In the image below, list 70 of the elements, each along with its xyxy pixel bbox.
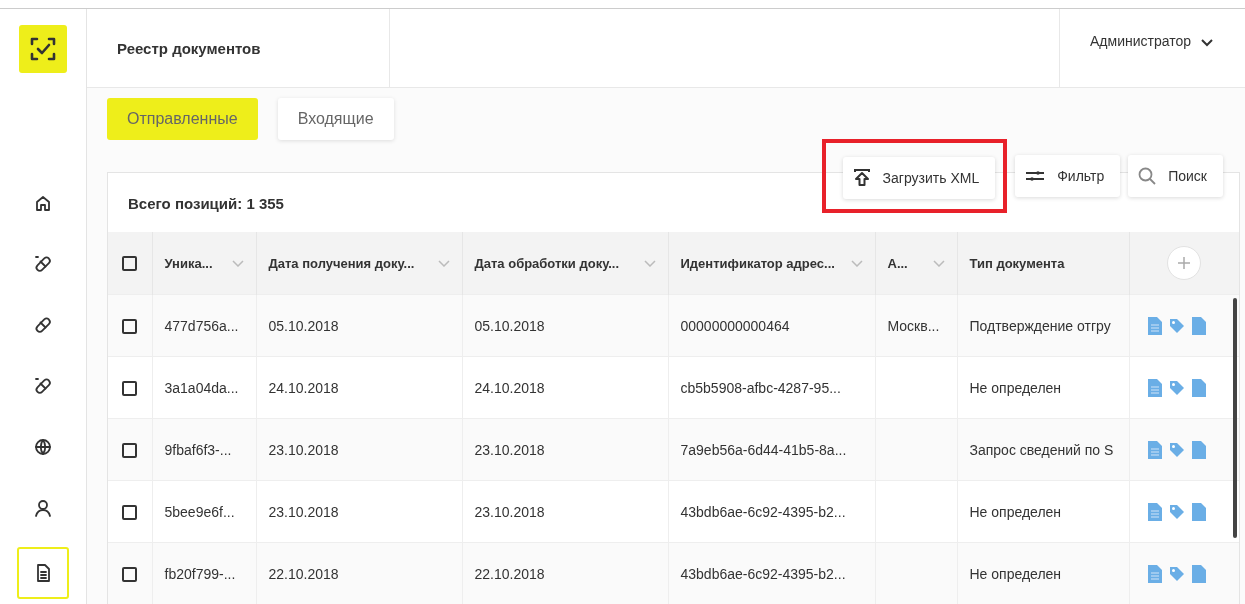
tag-icon[interactable] xyxy=(1168,503,1185,520)
file-icon[interactable] xyxy=(1191,564,1206,583)
page-title: Реестр документов xyxy=(117,39,261,57)
sliders-icon xyxy=(1025,169,1046,183)
column-header[interactable]: Тип документа xyxy=(969,255,1065,271)
table-cell: 24.10.2018 xyxy=(268,379,339,396)
table-cell: 22.10.2018 xyxy=(268,565,339,582)
tag-icon[interactable] xyxy=(1168,565,1185,582)
tag-icon[interactable] xyxy=(1168,441,1185,458)
table-cell: 477d756a... xyxy=(164,317,239,334)
chevron-down-icon xyxy=(1201,39,1213,47)
tag-icon[interactable] xyxy=(1168,317,1185,334)
column-header[interactable]: Дата получения доку... xyxy=(268,255,415,271)
file-icon[interactable] xyxy=(1191,378,1206,397)
select-all-checkbox[interactable] xyxy=(122,256,138,272)
add-column-button[interactable] xyxy=(1167,246,1202,280)
table-cell: 23.10.2018 xyxy=(474,503,545,520)
table-cell: 22.10.2018 xyxy=(474,565,545,582)
file-icon[interactable] xyxy=(1191,502,1206,521)
table-cell: 05.10.2018 xyxy=(474,317,545,334)
upload-icon xyxy=(852,169,871,187)
column-header[interactable]: Дата обработки доку... xyxy=(474,255,620,271)
table-cell: 23.10.2018 xyxy=(268,441,339,458)
file-icon[interactable] xyxy=(1191,316,1206,335)
user-menu[interactable]: Администратор xyxy=(1059,9,1245,87)
table-cell: fb20f799-... xyxy=(164,565,236,582)
upload-xml-button[interactable]: Загрузить XML xyxy=(842,157,996,199)
document-icon[interactable] xyxy=(17,547,69,599)
logo-icon xyxy=(19,25,67,73)
table-cell: cb5b5908-afbc-4287-95... xyxy=(680,379,841,396)
table-cell: 23.10.2018 xyxy=(474,441,545,458)
search-icon xyxy=(1138,167,1157,185)
row-checkbox[interactable] xyxy=(122,318,138,334)
table-cell: 43bdb6ae-6c92-4395-b2... xyxy=(680,503,846,520)
table-cell: 43bdb6ae-6c92-4395-b2... xyxy=(680,565,846,582)
filter-button[interactable]: Фильтр xyxy=(1015,155,1121,197)
scrollbar[interactable] xyxy=(1233,298,1237,538)
table-cell: 23.10.2018 xyxy=(268,503,339,520)
tab[interactable]: Входящие xyxy=(277,98,394,140)
row-checkbox[interactable] xyxy=(122,442,138,458)
table-cell: 5bee9e6f... xyxy=(164,503,235,520)
plus-icon xyxy=(1178,257,1191,269)
table-cell: Запрос сведений по S xyxy=(969,441,1114,458)
total-count: Всего позиций: 1 355 xyxy=(128,195,284,212)
chevron-down-icon[interactable] xyxy=(231,259,244,267)
table-cell: Не определен xyxy=(969,503,1062,520)
search-button[interactable]: Поиск xyxy=(1128,155,1223,197)
table-cell: Не определен xyxy=(969,379,1062,396)
file-icon[interactable] xyxy=(1191,440,1206,459)
row-checkbox[interactable] xyxy=(122,566,138,582)
column-header[interactable]: Уника... xyxy=(164,255,213,271)
chevron-down-icon[interactable] xyxy=(932,259,945,267)
tag-icon[interactable] xyxy=(1168,379,1185,396)
column-header[interactable]: А... xyxy=(887,255,908,271)
column-header[interactable]: Идентификатор адрес... xyxy=(680,255,835,271)
table-cell: 00000000000464 xyxy=(680,317,790,334)
row-checkbox[interactable] xyxy=(122,380,138,396)
tab[interactable]: Отправленные xyxy=(107,98,258,140)
table-cell: Подтверждение отгру xyxy=(969,317,1111,334)
table-cell: 3a1a04da... xyxy=(164,379,239,396)
table-cell: 05.10.2018 xyxy=(268,317,339,334)
chevron-down-icon[interactable] xyxy=(643,259,656,267)
table-cell: 24.10.2018 xyxy=(474,379,545,396)
table-cell: Не определен xyxy=(969,565,1062,582)
chevron-down-icon[interactable] xyxy=(437,259,450,267)
chevron-down-icon[interactable] xyxy=(850,259,863,267)
table-cell: 7a9eb56a-6d44-41b5-8a... xyxy=(680,441,847,458)
table-cell: Москв... xyxy=(887,317,940,334)
row-checkbox[interactable] xyxy=(122,504,138,520)
table-cell: 9fbaf6f3-... xyxy=(164,441,232,458)
